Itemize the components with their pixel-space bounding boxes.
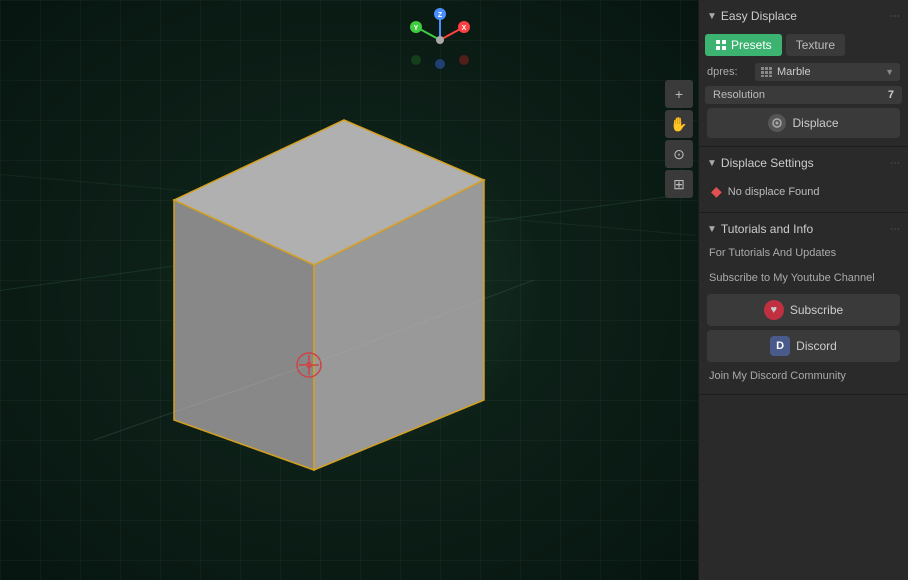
preset-row: dpres: Marble ▼ [699,60,908,84]
discord-button[interactable]: D Discord [707,330,900,362]
easy-displace-header[interactable]: ▼ Easy Displace ⋯ [699,4,908,28]
displace-button[interactable]: Displace [707,108,900,138]
viewport-toolbar: + ✋ ⊙ ⊞ [665,80,693,198]
grab-tool-icon[interactable]: ✋ [665,110,693,138]
displace-settings-title: Displace Settings [721,156,814,170]
displace-settings-menu-dots[interactable]: ⋯ [890,158,900,169]
viewport-gizmo[interactable]: Z X Y [408,8,473,73]
presets-icon [715,39,727,51]
chevron-icon: ▼ [707,11,717,22]
gear-icon [771,117,783,129]
subscribe-channel-text: Subscribe to My Youtube Channel [699,266,908,291]
join-discord-text: Join My Discord Community [699,366,908,390]
tutorials-menu-dots[interactable]: ⋯ [890,224,900,235]
discord-button-label: Discord [796,339,837,353]
preset-dropdown[interactable]: Marble ▼ [755,63,900,81]
preset-label: dpres: [707,66,749,78]
displace-settings-section: ▼ Displace Settings ⋯ ◆ No displace Foun… [699,147,908,213]
diamond-icon: ◆ [711,183,722,200]
texture-tab[interactable]: Texture [786,34,845,56]
no-displace-row: ◆ No displace Found [699,175,908,208]
tutorials-section: ▼ Tutorials and Info ⋯ For Tutorials And… [699,213,908,395]
svg-text:Z: Z [438,12,443,19]
displace-settings-chevron: ▼ [707,158,717,169]
preset-value: Marble [777,66,811,78]
discord-icon: D [770,336,790,356]
heart-icon: ♥ [764,300,784,320]
resolution-label: Resolution [713,89,765,101]
displace-button-label: Displace [792,116,838,130]
texture-tab-label: Texture [796,38,835,52]
3d-viewport[interactable]: Z X Y + ✋ ⊙ ⊞ [0,0,698,580]
for-tutorials-text: For Tutorials And Updates [699,241,908,266]
right-panel: ▼ Easy Displace ⋯ Presets Texture d [698,0,908,580]
tutorials-header[interactable]: ▼ Tutorials and Info ⋯ [699,217,908,241]
presets-tab-label: Presets [731,38,772,52]
subscribe-button[interactable]: ♥ Subscribe [707,294,900,326]
tabs-row: Presets Texture [699,28,908,60]
resolution-value: 7 [888,89,894,101]
resolution-row[interactable]: Resolution 7 [705,86,902,104]
tutorials-chevron: ▼ [707,224,717,235]
tutorials-title: Tutorials and Info [721,222,813,236]
lattice-tool-icon[interactable]: ⊞ [665,170,693,198]
displace-settings-header[interactable]: ▼ Displace Settings ⋯ [699,151,908,175]
easy-displace-section: ▼ Easy Displace ⋯ Presets Texture d [699,0,908,147]
dropdown-arrow: ▼ [885,67,894,77]
presets-tab[interactable]: Presets [705,34,782,56]
svg-text:Y: Y [414,25,419,32]
grid-dropdown-icon [761,67,773,77]
displace-button-icon [768,114,786,132]
subscribe-button-label: Subscribe [790,303,843,317]
svg-text:X: X [462,25,467,32]
section-menu-dots[interactable]: ⋯ [890,11,900,22]
camera-tool-icon[interactable]: ⊙ [665,140,693,168]
easy-displace-title: Easy Displace [721,9,797,23]
add-tool-icon[interactable]: + [665,80,693,108]
3d-cube [94,80,534,500]
no-displace-text: No displace Found [728,186,820,198]
